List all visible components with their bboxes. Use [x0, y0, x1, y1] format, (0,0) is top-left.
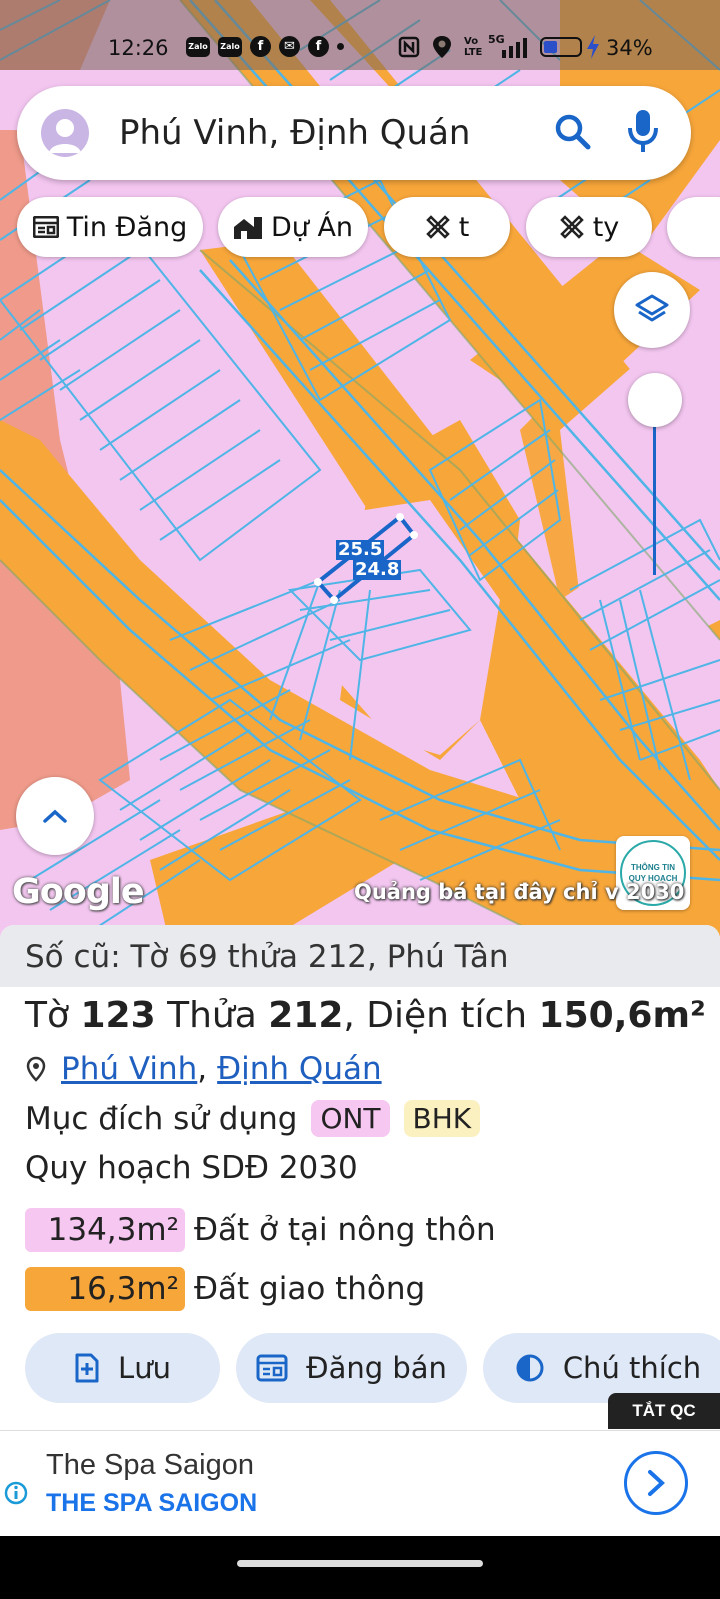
map-view[interactable]: 25.5 24.8 12:26 Zalo Zalo f ✉ f Vo LTE 5… — [0, 0, 720, 945]
save-button[interactable]: Lưu — [25, 1333, 220, 1403]
purpose-tag-ont: ONT — [311, 1100, 390, 1137]
home-gesture-bar[interactable] — [237, 1560, 483, 1567]
planning-area: 134,3m² — [25, 1208, 185, 1252]
listing-icon — [256, 1354, 288, 1382]
signal-icon — [502, 38, 527, 58]
buildings-icon — [233, 217, 262, 239]
lot-number: 212 — [268, 995, 344, 1036]
chip-du-an[interactable]: Dự Án — [218, 197, 368, 257]
planning-area: 16,3m² — [25, 1267, 185, 1311]
lot-label: Thửa — [167, 995, 257, 1036]
parcel-location: Phú Vinh, Định Quán — [25, 1051, 382, 1087]
chip-label: t — [458, 211, 470, 243]
chip-measure-t[interactable]: t — [384, 197, 510, 257]
newspaper-icon — [32, 216, 59, 238]
parcel-vertex — [410, 531, 418, 539]
planning-row: 134,3m² Đất ở tại nông thôn — [25, 1208, 496, 1252]
status-time: 12:26 — [108, 36, 169, 60]
parcel-info-panel: Số cũ: Tờ 69 thửa 212, Phú Tân Tờ 123 Th… — [0, 925, 720, 1430]
layers-button[interactable] — [614, 272, 690, 348]
battery-percent: 34% — [606, 36, 653, 60]
microphone-icon[interactable] — [625, 106, 661, 158]
chevron-up-icon — [43, 809, 67, 823]
chip-measure-ty[interactable]: ty — [526, 197, 652, 257]
sheet-number: 123 — [80, 995, 156, 1036]
nfc-icon — [398, 36, 420, 58]
parcel-vertex — [314, 578, 322, 586]
more-dot-icon — [337, 43, 344, 50]
battery-icon — [540, 37, 582, 57]
post-label: Đăng bán — [306, 1351, 447, 1385]
zalo-icon: Zalo — [218, 36, 242, 57]
location-icon — [433, 36, 451, 58]
expand-panel-button[interactable] — [16, 777, 94, 855]
ruler-pencil-icon — [425, 215, 450, 239]
chip-label: Tin Đăng — [66, 211, 188, 243]
chip-tin-dang[interactable]: Tin Đăng — [17, 197, 203, 257]
legend-label: Chú thích — [562, 1351, 702, 1385]
opacity-slider-handle[interactable] — [628, 373, 682, 427]
sheet-label: Tờ — [25, 995, 70, 1036]
commune-link[interactable]: Phú Vinh — [61, 1051, 197, 1087]
planning-label: Đất giao thông — [194, 1271, 426, 1307]
save-plus-icon — [75, 1353, 99, 1383]
contrast-icon — [516, 1354, 544, 1382]
district-link[interactable]: Định Quán — [217, 1051, 381, 1087]
dimension-label: 25.5 — [336, 539, 385, 560]
system-nav-bar — [0, 1536, 720, 1599]
ruler-pencil-icon — [559, 215, 584, 239]
user-icon — [49, 119, 81, 153]
charging-icon — [587, 35, 599, 59]
ad-banner[interactable]: The Spa Saigon THE SPA SAIGON — [0, 1430, 720, 1536]
chip-more[interactable] — [667, 197, 720, 257]
location-pin-icon — [26, 1056, 46, 1082]
google-logo: Google — [12, 872, 145, 912]
parcel-title: Tờ 123 Thửa 212, Diện tích 150,6m² — [25, 995, 706, 1036]
parcel-area: 150,6m² — [538, 995, 706, 1036]
parcel-vertex — [396, 513, 404, 521]
layers-icon — [635, 294, 669, 322]
post-for-sale-button[interactable]: Đăng bán — [236, 1333, 467, 1403]
search-bar[interactable]: Phú Vinh, Định Quán — [17, 86, 691, 180]
purpose-label: Mục đích sử dụng — [25, 1100, 298, 1137]
dimension-label: 24.8 — [353, 559, 402, 580]
zalo-icon: Zalo — [186, 36, 210, 57]
ad-title[interactable]: The Spa Saigon — [46, 1449, 254, 1482]
volte-icon: Vo LTE — [464, 36, 483, 58]
chip-label: Dự Án — [270, 211, 354, 243]
facebook-icon: f — [250, 36, 271, 57]
chip-label: ty — [592, 211, 620, 243]
messenger-icon: ✉ — [279, 36, 300, 57]
action-buttons: Lưu Đăng bán Chú thích — [0, 1333, 720, 1403]
close-ads-button[interactable]: TẮT QC — [608, 1393, 720, 1429]
ad-open-button[interactable] — [624, 1451, 688, 1515]
purpose-tag-bhk: BHK — [403, 1100, 481, 1137]
avatar[interactable] — [41, 109, 89, 157]
old-parcel-number: Số cũ: Tờ 69 thửa 212, Phú Tân — [0, 925, 720, 987]
planning-title: Quy hoạch SDĐ 2030 — [25, 1150, 358, 1186]
ad-brand[interactable]: THE SPA SAIGON — [46, 1489, 257, 1518]
planning-label: Đất ở tại nông thôn — [194, 1212, 496, 1248]
area-label: , Diện tích — [343, 995, 528, 1036]
badge-line: THÔNG TIN — [631, 863, 675, 872]
facebook-icon: f — [308, 36, 329, 57]
save-label: Lưu — [118, 1351, 171, 1385]
search-icon[interactable] — [551, 110, 595, 154]
location-separator: , — [197, 1051, 208, 1087]
map-ad-text[interactable]: Quảng bá tại đây chỉ v 2030 — [354, 880, 684, 904]
filter-chips: Tin Đăng Dự Án t ty — [17, 197, 720, 257]
land-purpose: Mục đích sử dụng ONT BHK — [25, 1100, 481, 1137]
chevron-right-icon — [648, 1470, 665, 1496]
planning-row: 16,3m² Đất giao thông — [25, 1267, 425, 1311]
search-query[interactable]: Phú Vinh, Định Quán — [119, 113, 470, 153]
info-icon[interactable] — [4, 1481, 28, 1505]
status-bar: 12:26 Zalo Zalo f ✉ f Vo LTE 5G 34% — [0, 0, 720, 70]
parcel-vertex — [330, 596, 338, 604]
notification-icons: Zalo Zalo f ✉ f — [186, 36, 344, 57]
